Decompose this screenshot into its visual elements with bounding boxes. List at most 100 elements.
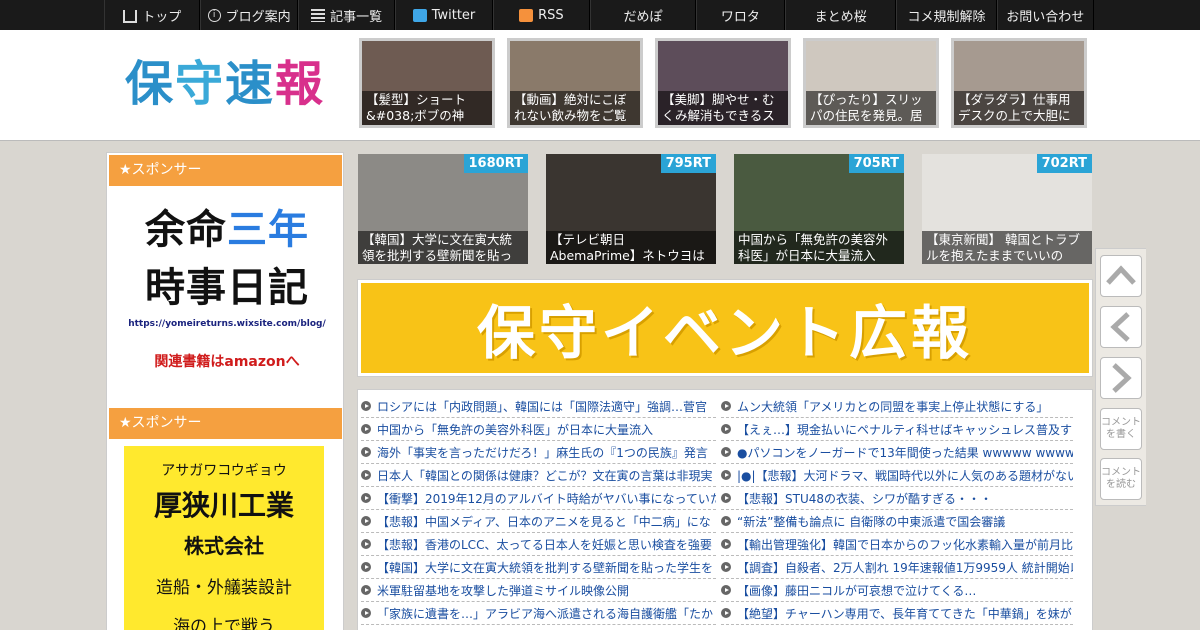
nav-label: コメ規制解除	[907, 9, 986, 25]
thumb-caption: 【髪型】ショート&#038;ボブの神様、	[362, 91, 492, 125]
nav-item-0[interactable]: トップ	[104, 0, 201, 30]
article-link[interactable]: 【輸出管理強化】韓国で日本からのフッ化水素輸入量が前月比	[721, 533, 1073, 556]
bullet-arrow-icon	[361, 493, 371, 503]
article-link[interactable]: 【悲報】STU48の衣装、シワが酷すぎる・・・	[721, 487, 1073, 510]
bullet-arrow-icon	[721, 447, 731, 457]
article-link[interactable]: 【悲報】香港のLCC、太ってる日本人を妊娠と思い検査を強要	[361, 533, 716, 556]
article-title: 米軍駐留基地を攻撃した弾道ミサイル映像公開	[377, 583, 630, 598]
article-title: 「家族に遺書を…」アラビア海へ派遣される海自護衛艦「たか	[377, 606, 714, 621]
sponsor-ad-yomei[interactable]: 余命三年 時事日記 https://yomeireturns.wixsite.c…	[127, 201, 327, 376]
ad2-desc: 造船・外艤装設計	[156, 578, 292, 598]
article-link[interactable]: |●|【悲報】大河ドラマ、戦国時代以外に人気のある題材がない	[721, 464, 1073, 487]
nav-item-5[interactable]: だめぽ	[590, 0, 696, 30]
bullet-arrow-icon	[361, 424, 371, 434]
rt-caption: 【テレビ朝日 AbemaPrime】ネトウヨは	[546, 231, 716, 264]
scroll-top-button[interactable]	[1100, 255, 1142, 297]
article-title: ●パソコンをノーガードで13年間使った結果 wwwww wwwww	[737, 445, 1073, 460]
header-thumb[interactable]: 【美脚】脚やせ・むくみ解消もできるス	[655, 38, 791, 128]
logo-char: 速	[225, 56, 276, 112]
bullet-arrow-icon	[721, 401, 731, 411]
prev-page-button[interactable]	[1100, 306, 1142, 348]
amazon-link[interactable]: 関連書籍はamazonへ	[127, 351, 327, 371]
article-link[interactable]: ロシアには「内政問題」、韓国には「国際法適守」強調…菅官	[361, 395, 716, 418]
write-comment-button[interactable]: コメントを書く	[1100, 408, 1142, 450]
next-page-button[interactable]	[1100, 357, 1142, 399]
nav-item-4[interactable]: RSS	[492, 0, 591, 30]
logo-char: 報	[275, 56, 326, 112]
article-list: ロシアには「内政問題」、韓国には「国際法適守」強調…菅官中国から「無免許の美容外…	[357, 389, 1093, 630]
article-column-left: ロシアには「内政問題」、韓国には「国際法適守」強調…菅官中国から「無免許の美容外…	[361, 395, 716, 625]
rt-article[interactable]: 795RT 【テレビ朝日 AbemaPrime】ネトウヨは	[546, 154, 716, 264]
read-comment-button[interactable]: コメントを読む	[1100, 458, 1142, 500]
article-link[interactable]: 【衝撃】2019年12月のアルバイト時給がヤバい事になっていた	[361, 487, 716, 510]
nav-item-7[interactable]: まとめ桜	[784, 0, 897, 30]
home-icon	[123, 10, 138, 23]
header-thumb[interactable]: 【ぴったり】スリッパの住民を発見。居	[803, 38, 939, 128]
header-thumbnails: 【髪型】ショート&#038;ボブの神様、【動画】絶対にこぼれない飲み物をご覧【美…	[359, 38, 1087, 128]
bullet-arrow-icon	[361, 539, 371, 549]
article-link[interactable]: 【韓国】大学に文在寅大統領を批判する壁新聞を貼った学生を	[361, 556, 716, 579]
header-thumb[interactable]: 【動画】絶対にこぼれない飲み物をご覧	[507, 38, 643, 128]
nav-item-6[interactable]: ワロタ	[695, 0, 785, 30]
article-title: 【悲報】STU48の衣装、シワが酷すぎる・・・	[737, 491, 993, 506]
article-link[interactable]: 中国から「無免許の美容外科医」が日本に大量流入	[361, 418, 716, 441]
nav-item-2[interactable]: 記事一覧	[297, 0, 396, 30]
bullet-arrow-icon	[361, 562, 371, 572]
article-link[interactable]: 【画像】藤田ニコルが可哀想で泣けてくる…	[721, 579, 1073, 602]
article-title: 【画像】藤田ニコルが可哀想で泣けてくる…	[737, 583, 977, 598]
article-title: 【えぇ…】現金払いにペナルティ科せばキャッシュレス普及す	[737, 422, 1073, 437]
chevron-left-icon	[1110, 312, 1130, 342]
article-title: 【悲報】香港のLCC、太ってる日本人を妊娠と思い検査を強要	[377, 537, 712, 552]
thumb-caption: 【動画】絶対にこぼれない飲み物をご覧	[510, 91, 640, 125]
nav-item-9[interactable]: お問い合わせ	[996, 0, 1094, 30]
side-controls: コメントを書く コメントを読む	[1095, 248, 1146, 506]
article-link[interactable]: 【調査】自殺者、2万人割れ 19年速報値1万9959人 統計開始以	[721, 556, 1073, 579]
nav-item-8[interactable]: コメ規制解除	[896, 0, 997, 30]
header-thumb[interactable]: 【髪型】ショート&#038;ボブの神様、	[359, 38, 495, 128]
bullet-arrow-icon	[361, 447, 371, 457]
header-thumb[interactable]: 【ダラダラ】仕事用デスクの上で大胆に	[951, 38, 1087, 128]
rt-article[interactable]: 1680RT 【韓国】大学に文在寅大統領を批判する壁新聞を貼っ	[358, 154, 528, 264]
nav-item-1[interactable]: i ブログ案内	[200, 0, 298, 30]
site-header: 保守速報 【髪型】ショート&#038;ボブの神様、【動画】絶対にこぼれない飲み物…	[0, 30, 1200, 141]
article-title: 中国から「無免許の美容外科医」が日本に大量流入	[377, 422, 654, 437]
site-logo[interactable]: 保守速報	[125, 52, 325, 116]
article-link[interactable]: 「家族に遺書を…」アラビア海へ派遣される海自護衛艦「たか	[361, 602, 716, 625]
list-icon	[311, 8, 326, 22]
thumb-caption: 【ダラダラ】仕事用デスクの上で大胆に	[954, 91, 1084, 125]
article-title: ムン大統領「アメリカとの同盟を事実上停止状態にする」	[737, 399, 1049, 414]
bullet-arrow-icon	[721, 562, 731, 572]
nav-label: だめぽ	[623, 9, 663, 25]
article-link[interactable]: “新法”整備も論点に 自衛隊の中東派遣で国会審議	[721, 510, 1073, 533]
rt-badge: 705RT	[848, 154, 904, 173]
nav-item-3[interactable]: Twitter	[395, 0, 493, 30]
bullet-arrow-icon	[361, 516, 371, 526]
nav-label: ワロタ	[720, 9, 760, 25]
bullet-arrow-icon	[361, 470, 371, 480]
article-link[interactable]: 米軍駐留基地を攻撃した弾道ミサイル映像公開	[361, 579, 716, 602]
article-link[interactable]: 【悲報】中国メディア、日本のアニメを見ると「中二病」にな	[361, 510, 716, 533]
ad2-kana: アサガワコウギョウ	[161, 463, 287, 479]
article-title: 【絶望】チャーハン専用で、長年育ててきた「中華鍋」を妹が	[737, 606, 1072, 621]
nav-label: お問い合わせ	[1006, 9, 1085, 25]
rt-article[interactable]: 702RT 【東京新聞】 韓国とトラブルを抱えたままでいいの	[922, 154, 1092, 264]
rt-caption: 中国から「無免許の美容外科医」が日本に大量流入	[734, 231, 904, 264]
sponsor-heading-2: ★スポンサー	[109, 408, 342, 439]
article-link[interactable]: 海外「事実を言っただけだろ！」麻生氏の『1つの民族』発言	[361, 441, 716, 464]
sponsor-ad-asagawa[interactable]: アサガワコウギョウ 厚狭川工業 株式会社 造船・外艤装設計 海の上で戦う	[124, 446, 324, 630]
bullet-arrow-icon	[361, 585, 371, 595]
rt-badge: 702RT	[1036, 154, 1092, 173]
bullet-arrow-icon	[721, 516, 731, 526]
bullet-arrow-icon	[721, 493, 731, 503]
article-link[interactable]: ●パソコンをノーガードで13年間使った結果 wwwww wwwww	[721, 441, 1073, 464]
article-link[interactable]: 【えぇ…】現金払いにペナルティ科せばキャッシュレス普及す	[721, 418, 1073, 441]
ad2-corp: 株式会社	[184, 534, 264, 558]
nav-label: トップ	[142, 9, 182, 25]
info-icon: i	[207, 8, 221, 22]
article-link[interactable]: 日本人「韓国との関係は健康？どこが？文在寅の言葉は非現実	[361, 464, 716, 487]
article-link[interactable]: ムン大統領「アメリカとの同盟を事実上停止状態にする」	[721, 395, 1073, 418]
ad-url: https://yomeireturns.wixsite.com/blog/	[128, 319, 326, 329]
rt-article[interactable]: 705RT 中国から「無免許の美容外科医」が日本に大量流入	[734, 154, 904, 264]
event-banner[interactable]: 保守イベント広報	[357, 279, 1093, 377]
article-link[interactable]: 【絶望】チャーハン専用で、長年育ててきた「中華鍋」を妹が	[721, 602, 1073, 625]
